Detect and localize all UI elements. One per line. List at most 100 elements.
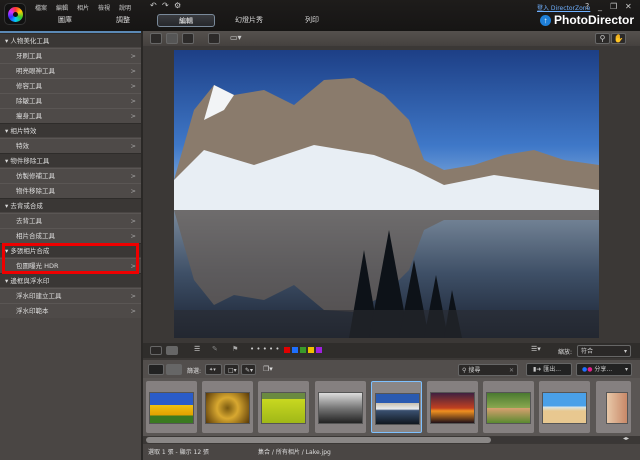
rotate-icon[interactable] [208,33,220,44]
tab-print[interactable]: 列印 [283,14,341,27]
thumbnail-image [261,392,307,424]
thumbnail-lake[interactable] [370,381,422,433]
section-header[interactable]: ▾ 人物美化工具 [0,33,141,47]
thumbnail-bicycle-field[interactable] [258,381,310,433]
menu-help[interactable]: 說明 [119,3,131,12]
flag-filter-dropdown[interactable]: ✦▾ [205,364,222,375]
hand-tool-icon[interactable]: ✋ [611,33,626,44]
sort-icon[interactable]: ☰▾ [531,345,541,353]
thumbnail-spiral[interactable] [202,381,254,433]
view-mode-single-icon[interactable] [150,33,162,44]
rating-dots[interactable]: • • • • • [250,345,280,353]
section-title: 去背或合成 [10,202,43,210]
tool-item[interactable]: 除皺工具 > [0,93,141,108]
upload-icon: ↑ [540,15,551,26]
zoom-tool-icon[interactable]: ⚲ [595,33,610,44]
tool-label: 相片合成工具 [16,232,55,240]
tool-item[interactable]: 物件移除工具 > [0,183,141,198]
menu-view[interactable]: 檢視 [98,3,110,12]
close-button[interactable]: ✕ [625,2,632,11]
menu-photo[interactable]: 相片 [77,3,89,12]
tab-library[interactable]: 圖庫 [36,14,94,27]
edit-filter-dropdown[interactable]: ✎▾ [241,364,256,375]
tool-item[interactable]: 浮水印範本 > [0,303,141,318]
chevron-right-icon: > [130,142,136,150]
thumbnail-sunset[interactable] [427,381,478,433]
filmstrip-scrollbar[interactable] [146,437,622,443]
chevron-right-icon: > [130,97,136,105]
thumbnail-beach[interactable] [539,381,591,433]
tab-edit[interactable]: 編輯 [157,14,215,27]
zoom-select[interactable]: 符合 ▾ [577,345,631,357]
tool-label: 浮水印範本 [16,307,49,315]
chevron-right-icon: > [130,217,136,225]
tool-item[interactable]: 瘦身工具 > [0,108,141,123]
section-header[interactable]: ▾ 相片特效 [0,123,141,137]
view-mode-grid-icon[interactable] [182,33,194,44]
chevron-right-icon: > [130,82,136,90]
thumbnail-bw-landscape[interactable] [314,381,366,433]
tool-item[interactable]: 相片合成工具 > [0,228,141,243]
tool-item[interactable]: 明亮眼神工具 > [0,63,141,78]
section-title: 人物美化工具 [10,37,50,45]
copy-icon[interactable]: ❐▾ [263,365,273,373]
color-label-green[interactable] [300,347,306,353]
single-view-button[interactable] [150,346,162,355]
color-label-blue[interactable] [292,347,298,353]
chevron-right-icon: > [130,112,136,120]
scroll-arrows-icon[interactable]: ◂▸ [623,435,629,442]
color-label-purple[interactable] [316,347,322,353]
compare-view-button[interactable] [166,346,178,355]
share-button[interactable]: ●● 分享... ▾ [576,363,632,376]
redo-icon[interactable]: ↷ [162,1,169,10]
clear-search-icon[interactable]: ✕ [509,365,514,376]
chevron-right-icon: > [130,172,136,180]
section-header[interactable]: ▾ 邊框與浮水印 [0,273,141,287]
tool-item[interactable]: 牙刷工具 > [0,48,141,63]
color-label-red[interactable] [284,347,290,353]
tool-label: 修容工具 [16,82,42,90]
brush-icon[interactable]: ✎ [212,345,218,353]
view-mode-compare-icon[interactable] [166,33,178,44]
chevron-right-icon: > [130,67,136,75]
settings-gear-icon[interactable]: ⚙ [174,1,181,10]
color-label-yellow[interactable] [308,347,314,353]
thumbnail-image [205,392,251,424]
stack-icon[interactable]: ☰ [194,345,200,353]
undo-icon[interactable]: ↶ [150,1,157,10]
tool-item[interactable]: 浮水印建立工具 > [0,288,141,303]
export-button[interactable]: ▮➜ 匯出... [526,363,572,376]
menu-edit[interactable]: 編輯 [56,3,68,12]
list-view-button[interactable] [166,364,182,375]
section-header[interactable]: ▾ 物件移除工具 [0,153,141,167]
help-button[interactable]: ? [585,2,589,11]
flag-icon[interactable]: ⚑ [232,345,238,353]
tool-item[interactable]: 去背工具 > [0,213,141,228]
thumbnail-sunflower[interactable] [146,381,197,433]
monitor-icon[interactable]: ▭▾ [230,33,242,44]
tab-adjust[interactable]: 調整 [94,14,152,27]
color-filter-dropdown[interactable]: □▾ [224,364,239,375]
thumbnail-cat[interactable] [483,381,535,433]
tool-label: 明亮眼神工具 [16,67,55,75]
tool-label: 去背工具 [16,217,42,225]
tool-item[interactable]: 修容工具 > [0,78,141,93]
menu-file[interactable]: 檔案 [35,3,47,12]
filmstrip-view-button[interactable] [148,364,164,375]
search-input[interactable]: ⚲ 搜尋 ✕ [458,364,518,376]
maximize-button[interactable]: ❐ [610,2,617,11]
minimize-button[interactable]: _ [598,2,602,11]
chevron-right-icon: > [130,292,136,300]
tool-item[interactable]: 仿製修補工具 > [0,168,141,183]
thumbnail-image [317,392,363,424]
main-photo[interactable] [174,50,599,338]
chevron-right-icon: > [130,307,136,315]
section-title: 邊框與浮水印 [10,277,50,285]
tool-item[interactable]: 特效 > [0,138,141,153]
signin-link[interactable]: 登入 DirectorZone [537,3,590,12]
chevron-down-icon: ▾ [623,348,627,355]
thumbnail-portrait[interactable] [595,381,631,433]
scrollbar-thumb[interactable] [146,437,491,443]
section-header[interactable]: ▾ 去背或合成 [0,198,141,212]
tab-slideshow[interactable]: 幻燈片秀 [220,14,278,27]
